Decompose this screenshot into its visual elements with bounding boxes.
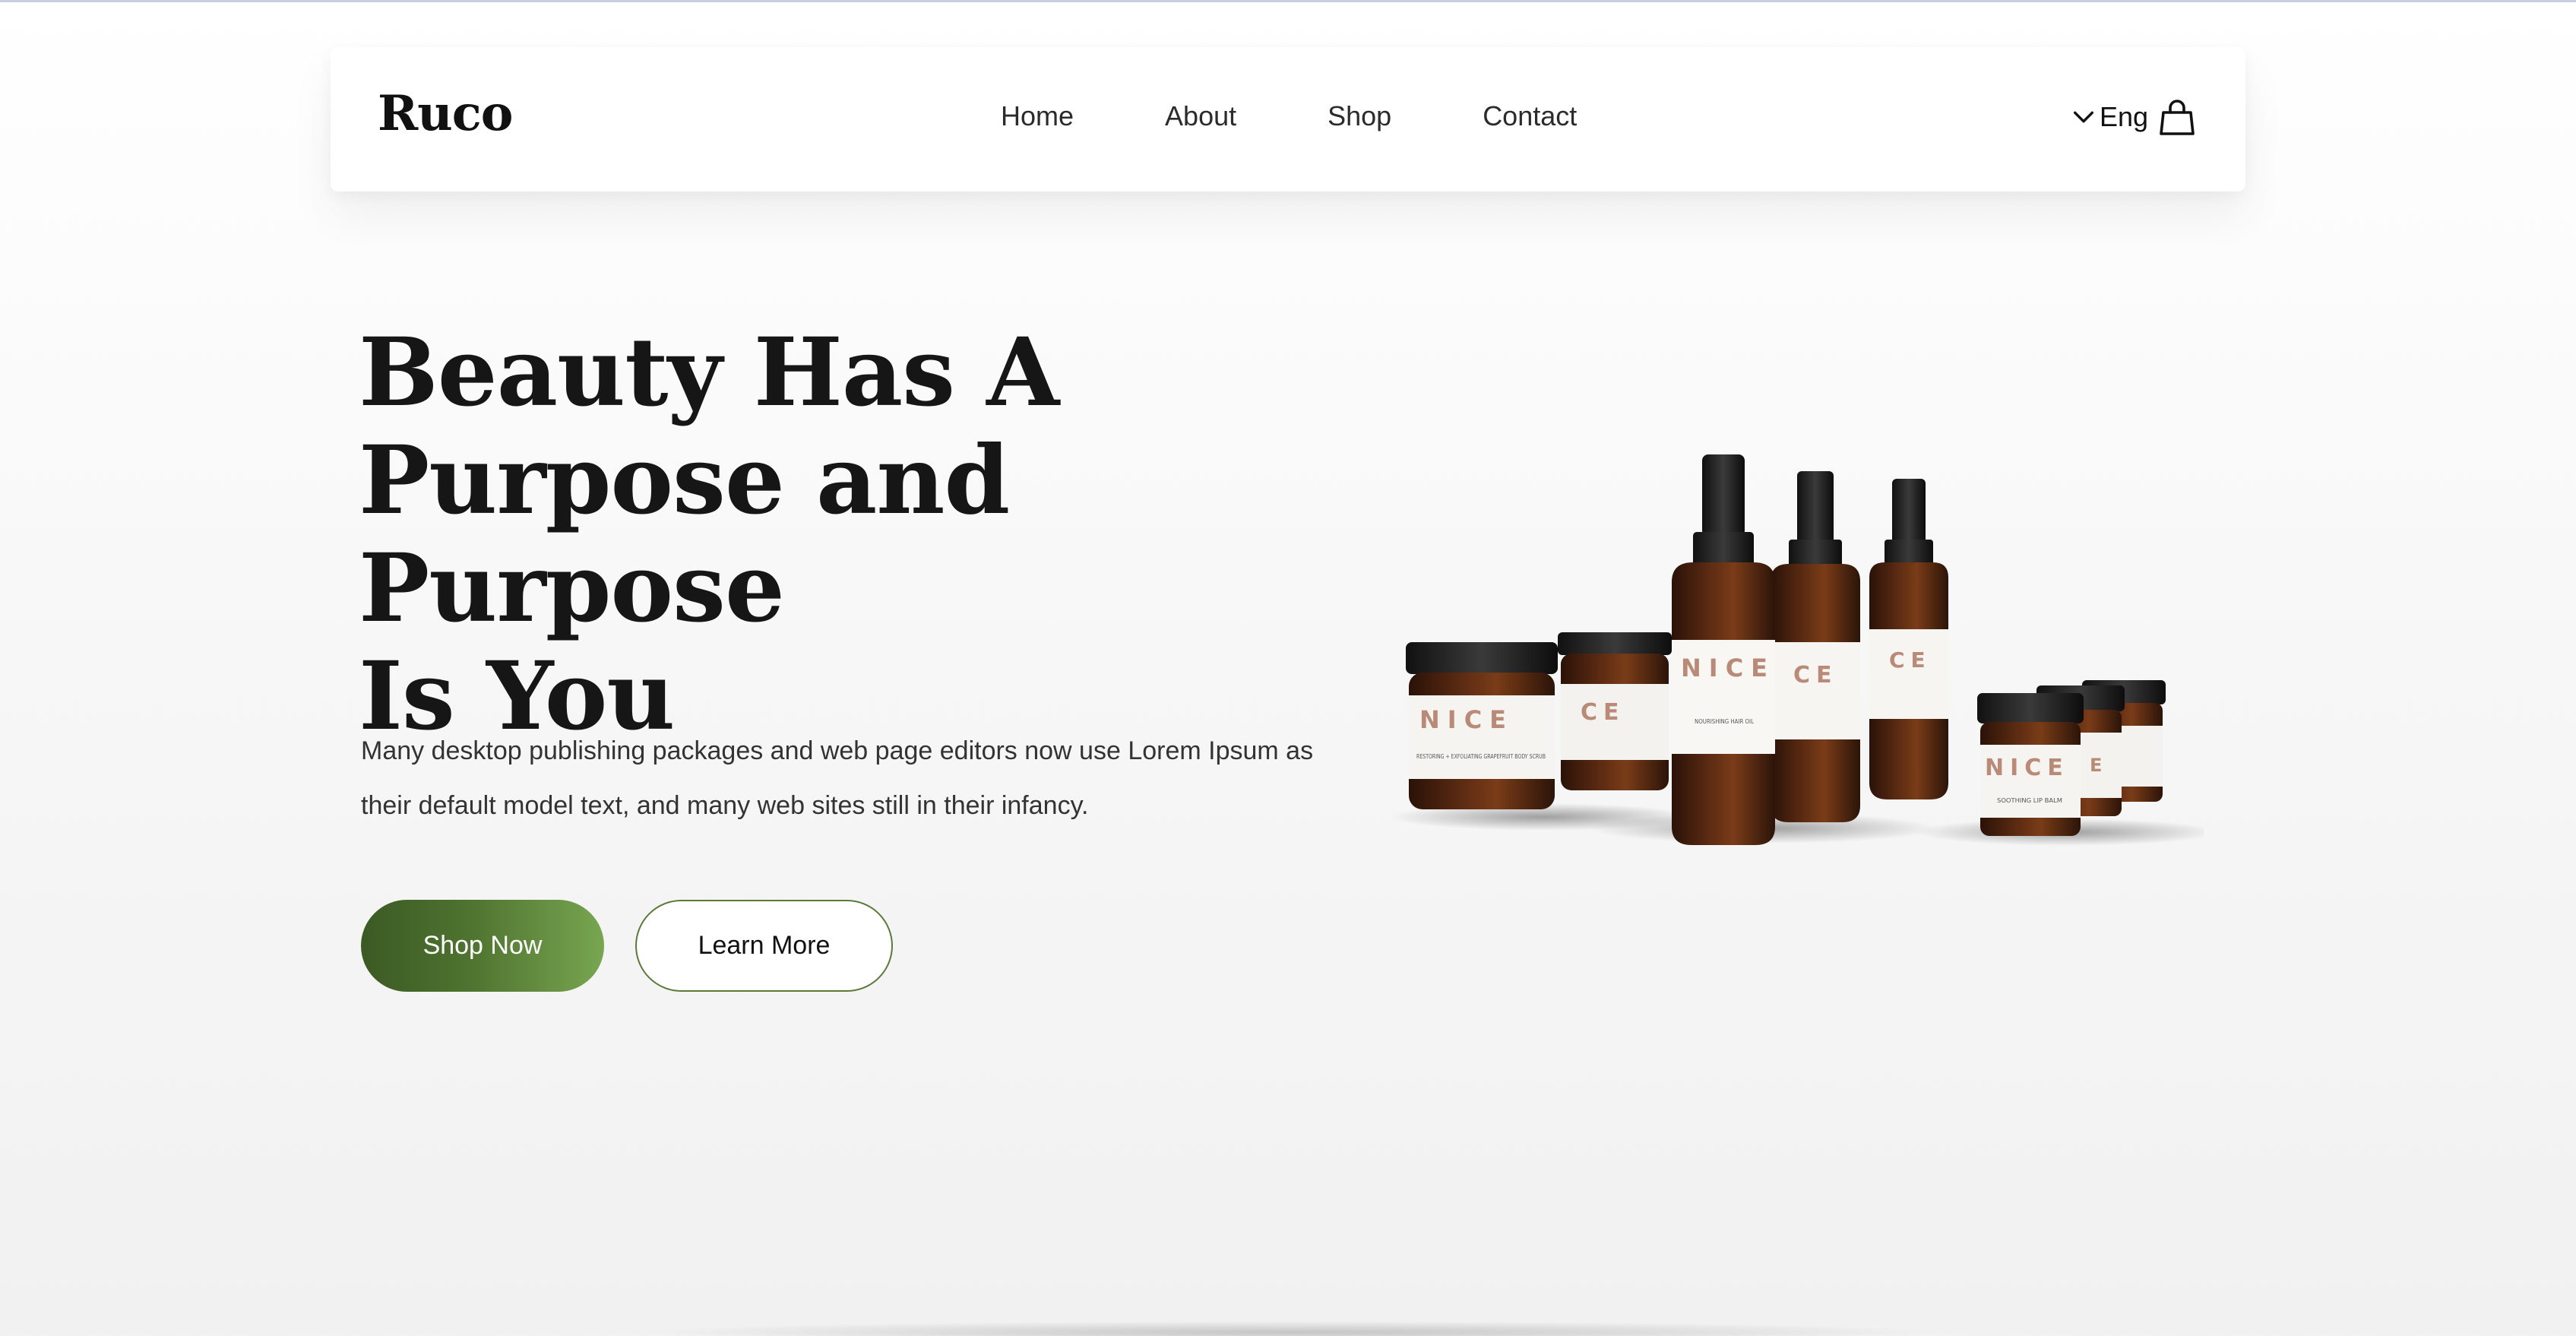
brand-mark-label: NICE [1985, 755, 2069, 781]
lip-balm-front: NICE SOOTHING LIP BALM [1977, 693, 2084, 836]
bottle-oil-middle: CE [1771, 471, 1860, 822]
scrub-label: RESTORING + EXFOLIATING GRAPEFRUIT BODY … [1416, 753, 1546, 760]
jar-scrub: NICE RESTORING + EXFOLIATING GRAPEFRUIT … [1406, 642, 1558, 809]
lip-balm-label: SOOTHING LIP BALM [1997, 797, 2062, 804]
nav-contact-link[interactable]: Contact [1483, 100, 1577, 132]
chevron-down-icon [2073, 111, 2094, 123]
hair-oil-label: NOURISHING HAIR OIL [1695, 718, 1754, 725]
main-nav: Home About Shop Contact [1001, 100, 1668, 132]
brand-mark-label: NICE [1419, 705, 1514, 734]
section-shadow [638, 1321, 1945, 1336]
svg-text:CE: CE [1581, 699, 1625, 726]
bottle-hair-oil: NICE NOURISHING HAIR OIL [1672, 454, 1775, 845]
language-label: Eng [2100, 101, 2149, 132]
top-border [0, 0, 2576, 2]
shop-now-button[interactable]: Shop Now [361, 900, 604, 992]
hero-description: Many desktop publishing packages and web… [361, 736, 1314, 820]
svg-text:CE: CE [1793, 662, 1838, 689]
hero-title-line: Purpose and Purpose [359, 426, 1010, 644]
svg-text:E: E [2090, 755, 2102, 776]
bottle-oil-right: CE [1869, 479, 1948, 799]
nav-actions: Eng [2071, 96, 2198, 138]
brand-mark-label: NICE [1681, 654, 1775, 682]
navbar: Ruco Home About Shop Contact Eng [331, 47, 2245, 192]
nav-about-link[interactable]: About [1165, 100, 1236, 132]
product-image: CE NICE RESTORING + EXFOLIATING GRAPEFRU… [1391, 454, 2204, 846]
svg-text:CE: CE [1889, 647, 1932, 673]
hero-title-line: Beauty Has A [359, 318, 1059, 428]
nav-shop-link[interactable]: Shop [1328, 100, 1391, 132]
learn-more-button[interactable]: Learn More [635, 900, 893, 992]
hero-title: Beauty Has A Purpose and Purpose Is You [359, 319, 1347, 751]
shopping-bag-icon[interactable] [2156, 96, 2198, 138]
nav-home-link[interactable]: Home [1001, 100, 1074, 132]
jar-back: CE [1558, 632, 1672, 790]
language-selector[interactable]: Eng [2071, 101, 2156, 133]
logo[interactable]: Ruco [378, 85, 513, 142]
